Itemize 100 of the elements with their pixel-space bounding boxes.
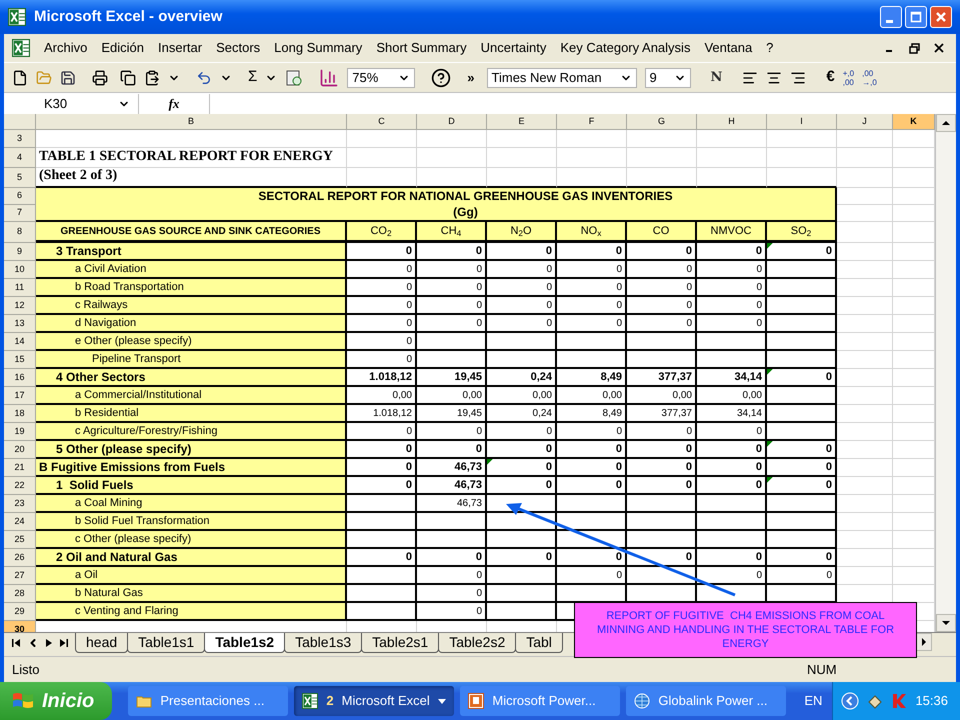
column-header[interactable]: J <box>837 114 893 130</box>
save-icon[interactable] <box>60 70 76 86</box>
zoom-dropdown[interactable]: 75% <box>347 68 416 88</box>
maximize-button[interactable] <box>905 6 927 28</box>
sheet-tab[interactable]: Table1s2 <box>204 633 286 653</box>
expand-tray-icon[interactable] <box>841 692 860 710</box>
sheet-tab[interactable]: head <box>75 633 128 653</box>
more-tools-button[interactable]: » <box>467 68 475 88</box>
last-sheet-icon[interactable] <box>59 638 68 648</box>
align-center-icon[interactable] <box>766 70 782 86</box>
row-header[interactable]: 13 <box>4 315 36 333</box>
table-cell: 0 <box>627 549 697 567</box>
new-file-icon[interactable] <box>12 70 28 86</box>
category-label: a Coal Mining <box>36 495 347 513</box>
taskbar-button[interactable]: Globalink Power ... <box>626 686 786 716</box>
scroll-down-icon[interactable] <box>936 614 956 632</box>
menu-item[interactable]: Insertar <box>158 38 202 58</box>
row-header[interactable]: 11 <box>4 279 36 297</box>
menu-item[interactable]: ? <box>766 38 774 58</box>
menu-item[interactable]: Key Category Analysis <box>560 38 690 58</box>
copy-icon[interactable] <box>120 70 136 86</box>
row-header[interactable]: 5 <box>4 168 36 188</box>
help-icon[interactable] <box>431 68 452 88</box>
taskbar-button[interactable]: Presentaciones ... <box>128 686 288 716</box>
column-header[interactable]: F <box>557 114 627 130</box>
row-header[interactable]: 17 <box>4 387 36 405</box>
row-header[interactable]: 15 <box>4 351 36 369</box>
globe-icon <box>634 693 650 709</box>
menu-item[interactable]: Long Summary <box>274 38 362 58</box>
column-header[interactable]: H <box>697 114 767 130</box>
taskbar-button[interactable]: 2 Microsoft Excel <box>294 686 454 716</box>
column-header[interactable]: G <box>627 114 697 130</box>
paste-icon[interactable] <box>144 70 160 86</box>
row-header[interactable]: 27 <box>4 567 36 585</box>
restore-icon[interactable] <box>909 42 920 54</box>
row-header[interactable]: 9 <box>4 243 36 261</box>
row-header[interactable]: 30 <box>4 621 36 632</box>
undo-icon[interactable] <box>196 70 212 86</box>
row-header[interactable]: 16 <box>4 369 36 387</box>
row-header[interactable]: 21 <box>4 459 36 477</box>
currency-button[interactable]: € <box>826 66 835 89</box>
row-header[interactable]: 4 <box>4 148 36 168</box>
row-header[interactable]: 24 <box>4 513 36 531</box>
row-header[interactable]: 18 <box>4 405 36 423</box>
bold-button[interactable]: N <box>710 68 722 88</box>
scroll-right-icon[interactable] <box>916 633 932 651</box>
row-header[interactable]: 28 <box>4 585 36 603</box>
row-header[interactable]: 10 <box>4 261 36 279</box>
next-sheet-icon[interactable] <box>45 638 53 648</box>
font-size-dropdown[interactable]: 9 <box>644 68 691 88</box>
menu-item[interactable]: Uncertainty <box>480 38 546 58</box>
row-header[interactable]: 8 <box>4 222 36 243</box>
row-header[interactable]: 14 <box>4 333 36 351</box>
row-header[interactable]: 7 <box>4 205 36 222</box>
taskbar-label: Presentaciones ... <box>160 692 266 710</box>
tray-app-icon[interactable] <box>867 693 884 709</box>
increase-decimal-button[interactable]: +,0 ,00 <box>842 68 854 86</box>
row-header[interactable]: 12 <box>4 297 36 315</box>
menu-item[interactable]: Short Summary <box>376 38 467 58</box>
column-header[interactable]: I <box>767 114 837 130</box>
language-indicator[interactable]: EN <box>804 691 822 711</box>
sheet-title: TABLE 1 SECTORAL REPORT FOR ENERGY <box>36 148 347 168</box>
menu-item[interactable]: Sectors <box>216 38 260 58</box>
taskbar-button[interactable]: Microsoft Power... <box>460 686 620 716</box>
table-cell: 0 <box>627 477 697 495</box>
row-header[interactable]: 23 <box>4 495 36 513</box>
calculator-icon[interactable] <box>285 68 304 86</box>
align-right-icon[interactable] <box>790 70 806 86</box>
print-icon[interactable] <box>92 70 108 86</box>
row-header[interactable]: 6 <box>4 188 36 205</box>
row-header[interactable]: 22 <box>4 477 36 495</box>
first-sheet-icon[interactable] <box>12 638 21 648</box>
close-icon[interactable] <box>934 43 944 53</box>
sheet-tab[interactable]: Tabl <box>515 633 563 653</box>
row-header[interactable]: 3 <box>4 130 36 148</box>
scroll-up-icon[interactable] <box>936 114 956 132</box>
decrease-decimal-button[interactable]: ,00 →,0 <box>862 68 877 86</box>
minimize-button[interactable] <box>880 6 902 28</box>
menu-item[interactable]: Archivo <box>44 38 88 58</box>
row-header[interactable]: 20 <box>4 441 36 459</box>
align-left-icon[interactable] <box>742 70 758 86</box>
close-button[interactable] <box>930 6 952 28</box>
row-header[interactable]: 25 <box>4 531 36 549</box>
function-button[interactable]: fx <box>139 94 209 114</box>
column-header[interactable]: K <box>893 114 935 130</box>
table-cell: 19,45 <box>417 405 487 423</box>
table-cell: 46,73 <box>417 459 487 477</box>
menu-item[interactable]: Edición <box>101 38 144 58</box>
column-header[interactable]: E <box>487 114 557 130</box>
chart-icon[interactable] <box>319 68 340 88</box>
row-header[interactable]: 29 <box>4 603 36 621</box>
autosum-button[interactable]: Σ <box>248 66 258 89</box>
vertical-scrollbar[interactable] <box>935 114 956 632</box>
column-header[interactable]: C <box>347 114 417 130</box>
menu-item[interactable]: Ventana <box>704 38 752 58</box>
row-header[interactable]: 19 <box>4 423 36 441</box>
row-header[interactable]: 26 <box>4 549 36 567</box>
column-header[interactable]: B <box>36 114 347 130</box>
font-dropdown[interactable]: Times New Roman <box>486 68 637 88</box>
column-header[interactable]: D <box>417 114 487 130</box>
